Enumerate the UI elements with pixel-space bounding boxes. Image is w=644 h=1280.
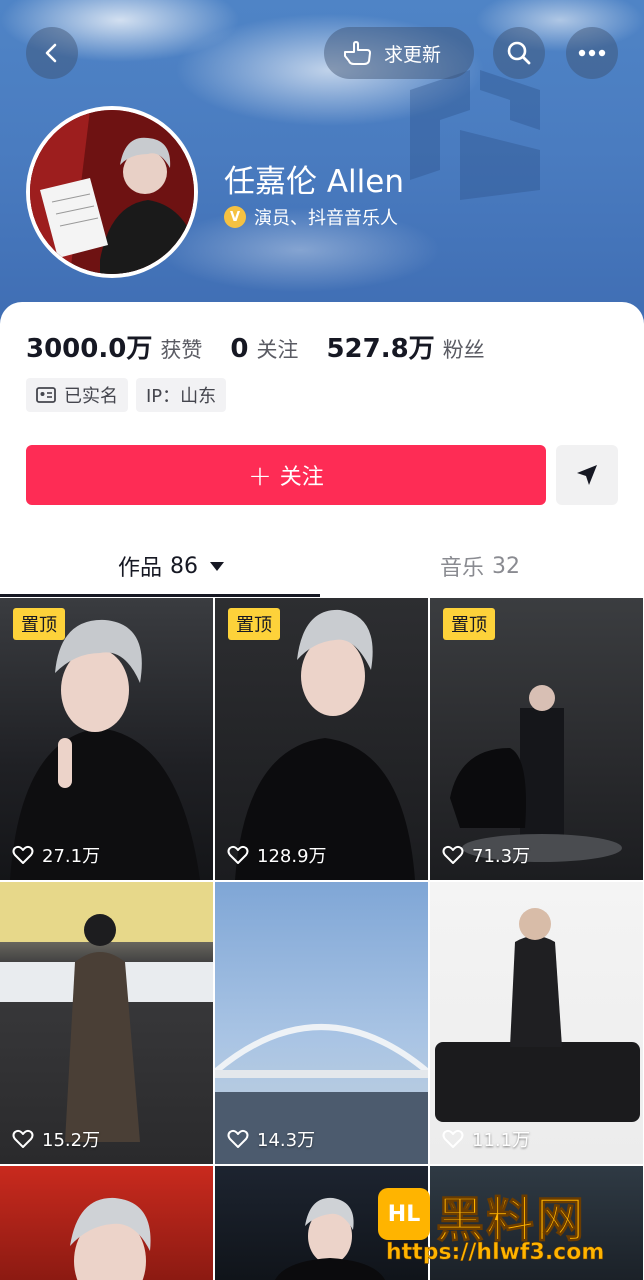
video-tile[interactable]: 11.1万 bbox=[430, 882, 643, 1164]
realname-text: 已实名 bbox=[64, 386, 118, 407]
video-likes-count: 11.1万 bbox=[472, 1130, 531, 1151]
more-options-button[interactable] bbox=[566, 27, 618, 79]
avatar[interactable] bbox=[26, 106, 198, 278]
video-tile[interactable]: 15.2万 bbox=[0, 882, 213, 1164]
followers-label[interactable]: 粉丝 bbox=[443, 334, 485, 364]
chevron-left-icon bbox=[45, 43, 57, 63]
video-thumbnail bbox=[0, 882, 213, 1142]
video-thumbnail bbox=[435, 908, 640, 1122]
id-card-icon bbox=[36, 387, 56, 403]
tab-works[interactable]: 作品 86 bbox=[118, 550, 225, 582]
video-thumbnail bbox=[450, 685, 622, 862]
search-button[interactable] bbox=[493, 27, 545, 79]
plus-icon: + bbox=[248, 458, 272, 492]
stats-row: 3000.0万 获赞 0 关注 527.8万 粉丝 bbox=[26, 328, 513, 365]
content-tabs: 作品 86 音乐 32 bbox=[0, 540, 644, 598]
verification-text: 演员、抖音音乐人 bbox=[254, 208, 398, 229]
tab-music-count: 32 bbox=[492, 553, 521, 579]
video-thumbnail bbox=[70, 1197, 151, 1280]
video-likes-count: 71.3万 bbox=[472, 846, 531, 867]
likes-count: 3000.0万 bbox=[26, 334, 153, 364]
search-icon bbox=[507, 41, 531, 65]
tags-row: 已实名 IP：山东 bbox=[26, 378, 227, 412]
pinned-badge: 置顶 bbox=[443, 608, 495, 640]
video-thumbnail bbox=[235, 609, 415, 880]
verification-row: V 演员、抖音音乐人 bbox=[224, 204, 398, 230]
video-likes-count: 128.9万 bbox=[257, 846, 327, 867]
pointing-hand-icon bbox=[344, 41, 371, 65]
video-tile[interactable] bbox=[0, 1166, 213, 1280]
request-update-label: 求更新 bbox=[384, 43, 442, 66]
video-likes: 27.1万 bbox=[12, 842, 100, 868]
more-dots-icon bbox=[578, 49, 606, 57]
profile-name: 任嘉伦 Allen bbox=[224, 164, 405, 200]
likes-label: 获赞 bbox=[160, 338, 203, 362]
video-likes: 14.3万 bbox=[227, 1126, 315, 1152]
heart-icon bbox=[442, 1129, 464, 1148]
following-label[interactable]: 关注 bbox=[256, 334, 298, 364]
tab-music[interactable]: 音乐 32 bbox=[440, 550, 520, 582]
request-update-button[interactable]: 求更新 bbox=[324, 27, 474, 79]
following-count[interactable]: 0 bbox=[230, 334, 248, 364]
video-likes: 128.9万 bbox=[227, 842, 327, 868]
caret-down-icon bbox=[210, 561, 225, 571]
video-likes: 11.1万 bbox=[442, 1126, 530, 1152]
video-thumbnail bbox=[10, 619, 200, 880]
ip-location-text: IP：山东 bbox=[146, 386, 217, 407]
video-grid: 置顶 27.1万 置顶 128.9万 置顶 71.3万 15.2万 14.3万 … bbox=[0, 598, 644, 1280]
realname-tag: 已实名 bbox=[26, 378, 128, 412]
video-tile[interactable]: 14.3万 bbox=[215, 882, 428, 1164]
video-tile[interactable]: 置顶 71.3万 bbox=[430, 598, 643, 880]
back-button[interactable] bbox=[26, 27, 78, 79]
followers-count[interactable]: 527.8万 bbox=[326, 328, 434, 365]
watermark-url: https://hlwf3.com bbox=[386, 1240, 605, 1266]
video-thumbnail bbox=[215, 1024, 428, 1164]
tab-music-label: 音乐 bbox=[440, 556, 485, 581]
heart-icon bbox=[227, 1129, 249, 1148]
heart-icon bbox=[227, 845, 249, 864]
banner-logo-graphic bbox=[410, 70, 540, 200]
follow-button[interactable]: + 关注 bbox=[26, 445, 546, 505]
video-likes-count: 15.2万 bbox=[42, 1130, 101, 1151]
watermark-logo: HL bbox=[378, 1188, 430, 1240]
pinned-badge: 置顶 bbox=[13, 608, 65, 640]
video-tile[interactable]: 置顶 128.9万 bbox=[215, 598, 428, 880]
video-likes: 15.2万 bbox=[12, 1126, 100, 1152]
send-icon bbox=[577, 465, 597, 485]
follow-label: 关注 bbox=[279, 465, 324, 490]
tab-works-count: 86 bbox=[170, 553, 199, 579]
heart-icon bbox=[12, 1129, 34, 1148]
tab-active-indicator bbox=[0, 594, 320, 597]
ip-location-tag: IP：山东 bbox=[136, 378, 227, 412]
video-likes-count: 14.3万 bbox=[257, 1130, 316, 1151]
video-tile[interactable]: 置顶 27.1万 bbox=[0, 598, 213, 880]
site-watermark: HL 黑料网 https://hlwf3.com bbox=[378, 1180, 644, 1280]
heart-icon bbox=[442, 845, 464, 864]
verified-badge-icon: V bbox=[224, 206, 246, 228]
video-likes-count: 27.1万 bbox=[42, 846, 101, 867]
pinned-badge: 置顶 bbox=[228, 608, 280, 640]
tab-works-label: 作品 bbox=[118, 556, 163, 581]
video-likes: 71.3万 bbox=[442, 842, 530, 868]
share-button[interactable] bbox=[556, 445, 618, 505]
heart-icon bbox=[12, 845, 34, 864]
avatar-portrait bbox=[30, 110, 194, 274]
